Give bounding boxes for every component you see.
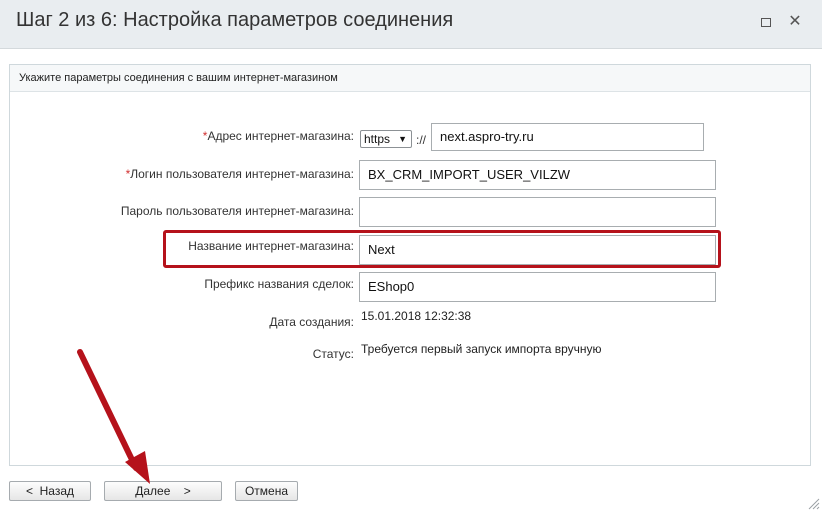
shop-address-input[interactable]: next.aspro-try.ru	[431, 123, 704, 151]
password-input[interactable]	[359, 197, 716, 227]
back-button[interactable]: < Назад	[9, 481, 91, 501]
next-button[interactable]: Далее >	[104, 481, 222, 501]
created-date-value: 15.01.2018 12:32:38	[361, 309, 472, 323]
resize-grip-icon[interactable]	[806, 496, 820, 510]
shop-address-label: *Адрес интернет-магазина:	[202, 129, 354, 143]
login-input[interactable]: BX_CRM_IMPORT_USER_VILZW	[359, 160, 716, 190]
highlight-frame	[163, 230, 721, 268]
protocol-separator: ://	[416, 133, 427, 147]
created-date-label: Дата создания:	[269, 315, 354, 329]
dropdown-arrow-icon: ▼	[398, 134, 407, 144]
panel-header: Укажите параметры соединения с вашим инт…	[10, 65, 810, 92]
status-label: Статус:	[312, 347, 354, 361]
dialog-title: Шаг 2 из 6: Настройка параметров соедине…	[16, 9, 454, 31]
close-icon[interactable]: ✕	[788, 14, 802, 30]
status-value: Требуется первый запуск импорта вручную	[361, 342, 602, 356]
protocol-value: https	[364, 132, 391, 146]
login-label: *Логин пользователя интернет-магазина:	[125, 167, 354, 181]
deal-prefix-label: Префикс названия сделок:	[204, 277, 354, 291]
password-label: Пароль пользователя интернет-магазина:	[120, 204, 354, 218]
deal-prefix-input[interactable]: EShop0	[359, 272, 716, 302]
cancel-button[interactable]: Отмена	[235, 481, 298, 501]
dialog-titlebar: Шаг 2 из 6: Настройка параметров соедине…	[0, 0, 822, 49]
protocol-select[interactable]: https ▼	[360, 130, 412, 148]
maximize-icon[interactable]	[759, 15, 773, 29]
